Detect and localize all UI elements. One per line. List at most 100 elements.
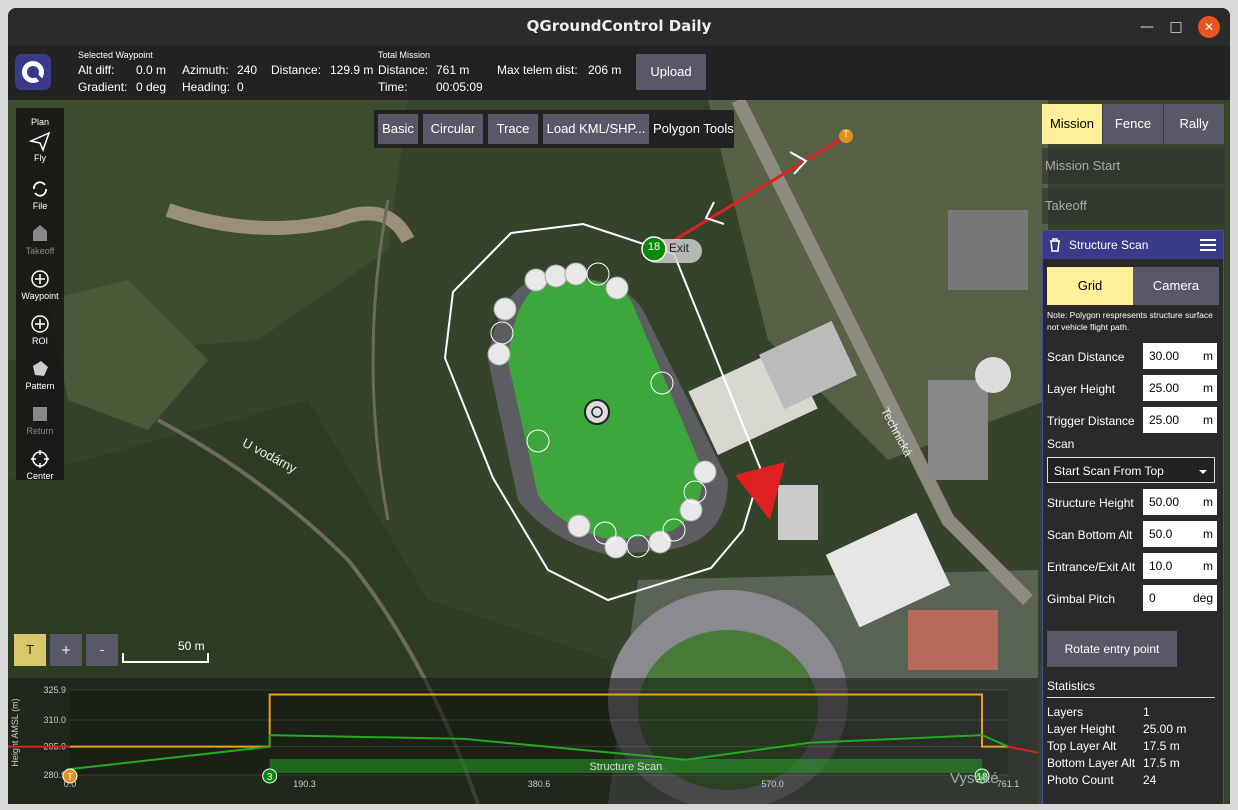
trash-icon[interactable] — [1047, 237, 1063, 253]
structure-height-unit: m — [1203, 495, 1213, 509]
map-scale-label: 50 m — [178, 639, 205, 653]
trigger-distance-field[interactable]: 25.00 m — [1143, 407, 1217, 433]
tab-mission[interactable]: Mission — [1042, 104, 1102, 144]
grid-tab[interactable]: Grid — [1047, 267, 1133, 305]
trigger-distance-label: Trigger Distance — [1047, 414, 1135, 428]
scan-distance-field[interactable]: 30.00 m — [1143, 343, 1217, 369]
max-telem-value: 206 m — [588, 63, 622, 77]
polygon-circular-button[interactable]: Circular — [423, 114, 483, 144]
pattern-icon — [33, 361, 48, 376]
polygon-trace-button[interactable]: Trace — [488, 114, 538, 144]
plus-circle-icon — [31, 270, 49, 288]
stat-label: Layer Height — [1047, 722, 1116, 736]
minimize-button[interactable]: — — [1136, 16, 1158, 38]
tool-file[interactable]: File — [16, 178, 64, 211]
tool-file-label: File — [32, 201, 48, 211]
return-icon — [33, 407, 47, 421]
map-terrain-toggle-button[interactable]: T — [14, 634, 46, 666]
layer-height-row: Layer Height 25.00 m — [1047, 375, 1219, 403]
layer-height-field[interactable]: 25.00 m — [1143, 375, 1217, 401]
stat-value: 17.5 m — [1143, 756, 1180, 770]
zoom-in-button[interactable]: + — [50, 634, 82, 666]
time-label: Time: — [378, 80, 408, 94]
upload-button[interactable]: Upload — [636, 54, 706, 90]
takeoff-item[interactable]: Takeoff — [1042, 188, 1224, 224]
trigger-distance-unit: m — [1203, 413, 1213, 427]
stat-label: Photo Count — [1047, 773, 1114, 787]
max-telem-label: Max telem dist: — [497, 63, 578, 77]
polygon-tools-title: Polygon Tools — [653, 121, 734, 136]
polygon-center-handle — [584, 399, 610, 425]
gradient-value: 0 deg — [136, 80, 167, 94]
tab-rally[interactable]: Rally — [1164, 104, 1224, 144]
structure-height-field[interactable]: 50.00 m — [1143, 489, 1217, 515]
tool-center[interactable]: Center — [16, 448, 64, 481]
entrance-exit-alt-field[interactable]: 10.0 m — [1143, 553, 1217, 579]
gradient-label: Gradient: — [78, 80, 128, 94]
tool-fly[interactable]: Fly — [16, 130, 64, 163]
total-distance-label: Distance: — [378, 63, 429, 77]
distance-value: 129.9 m — [330, 63, 374, 77]
window-title: QGroundControl Daily — [526, 17, 712, 35]
trigger-distance-value: 25.00 — [1149, 413, 1180, 427]
close-button[interactable]: ✕ — [1198, 16, 1220, 38]
takeoff-marker-label[interactable]: T — [841, 129, 851, 139]
polygon-tools-bar: Basic Circular Trace Load KML/SHP... Pol… — [374, 110, 734, 148]
stat-label: Top Layer Alt — [1047, 739, 1117, 753]
terrain-profile-chart: Structure Scan325.9310.0295.9280.90.0 190… — [8, 685, 1039, 789]
scan-bottom-alt-unit: m — [1203, 527, 1213, 541]
terrain-profile-panel: Structure Scan 325.9 310.0 295.9 280.9 0.0 190… — [8, 678, 1039, 804]
start-scan-value: Start Scan From Top — [1054, 464, 1164, 478]
zoom-out-button[interactable]: - — [86, 634, 118, 666]
x-tick-label: 380.6 — [528, 779, 551, 789]
plan-tool-label: Plan — [30, 117, 49, 127]
plan-editor-panel: Mission Fence Rally Mission Start Takeof… — [1042, 104, 1224, 804]
stat-value: 1 — [1143, 705, 1150, 719]
start-scan-dropdown[interactable]: Start Scan From Top — [1047, 457, 1215, 483]
heading-value: 0 — [237, 80, 244, 94]
total-distance-value: 761 m — [436, 63, 470, 77]
x-tick-label: 761.1 — [997, 779, 1020, 789]
camera-tab[interactable]: Camera — [1133, 267, 1219, 305]
entrance-exit-alt-label: Entrance/Exit Alt — [1047, 560, 1136, 574]
structure-height-row: Structure Height 50.00 m — [1047, 489, 1219, 517]
plan-tool-strip: Plan Fly File Takeoff Waypoint ROI Patte… — [16, 108, 64, 481]
rotate-entry-point-button[interactable]: Rotate entry point — [1047, 631, 1177, 667]
polygon-load-kml-button[interactable]: Load KML/SHP... — [543, 114, 649, 144]
heading-label: Heading: — [182, 80, 231, 94]
scan-bottom-alt-label: Scan Bottom Alt — [1047, 528, 1133, 542]
tool-roi[interactable]: ROI — [16, 313, 64, 346]
qgc-logo-icon[interactable] — [15, 54, 51, 90]
polygon-basic-button[interactable]: Basic — [378, 114, 418, 144]
structure-scan-segment-label: Structure Scan — [589, 761, 662, 773]
total-mission-label: Total Mission — [378, 50, 431, 60]
x-tick-label: 570.0 — [761, 779, 784, 789]
map-view[interactable]: T 18 Exit U vodárny Technická Plan Fly F… — [8, 100, 1230, 804]
takeoff-icon — [33, 225, 47, 241]
mission-start-item[interactable]: Mission Start — [1042, 148, 1224, 184]
hamburger-menu-icon[interactable] — [1199, 238, 1217, 252]
gimbal-pitch-value: 0 — [1149, 591, 1156, 605]
map-label-vysoke: Vysoké — [950, 770, 999, 787]
tool-waypoint-label: Waypoint — [21, 291, 59, 301]
selected-waypoint-label: Selected Waypoint — [78, 50, 153, 60]
scan-bottom-alt-row: Scan Bottom Alt 50.0 m — [1047, 521, 1219, 549]
structure-scan-title: Structure Scan — [1069, 238, 1149, 252]
structure-scan-header[interactable]: Structure Scan — [1043, 231, 1223, 259]
x-tick-label: 190.3 — [293, 779, 316, 789]
alt-diff-value: 0.0 m — [136, 63, 167, 77]
scan-bottom-alt-field[interactable]: 50.0 m — [1143, 521, 1217, 547]
profile-marker-label: T — [67, 772, 73, 783]
tool-return[interactable]: Return — [16, 403, 64, 436]
app-window: QGroundControl Daily — □ ✕ Selected Wayp… — [8, 8, 1230, 804]
maximize-button[interactable]: □ — [1165, 16, 1187, 38]
statistics-divider — [1047, 697, 1215, 698]
tool-waypoint[interactable]: Waypoint — [16, 268, 64, 301]
tool-takeoff[interactable]: Takeoff — [16, 223, 64, 256]
gimbal-pitch-field[interactable]: 0 deg — [1143, 585, 1217, 611]
tool-pattern[interactable]: Pattern — [16, 358, 64, 391]
exit-waypoint-number[interactable]: 18 — [644, 241, 664, 253]
layer-height-unit: m — [1203, 381, 1213, 395]
tab-fence[interactable]: Fence — [1103, 104, 1163, 144]
structure-height-label: Structure Height — [1047, 496, 1134, 510]
